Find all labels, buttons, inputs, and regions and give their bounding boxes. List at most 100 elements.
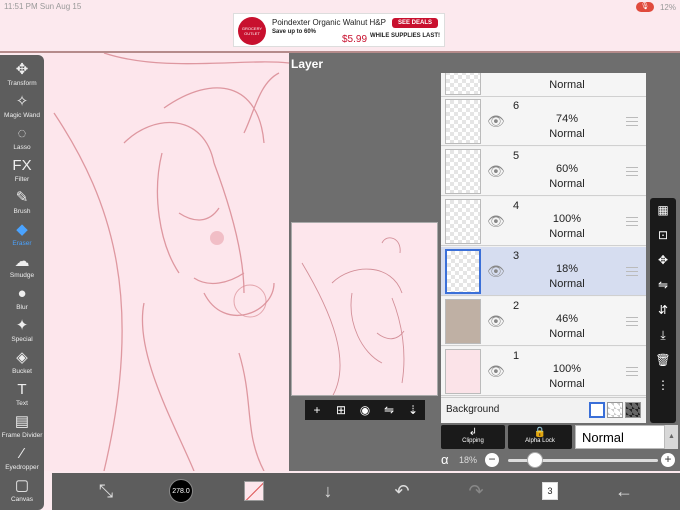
tool-canvas[interactable]: ▢ Canvas — [0, 476, 44, 508]
layer-row[interactable]: 👁 2 46% Normal — [441, 297, 646, 346]
layer-row[interactable]: 👁 6 74% Normal — [441, 97, 646, 146]
drag-handle-icon[interactable] — [626, 167, 638, 176]
tool-sidebar: ✥ Transform ✧ Magic Wand ◌ Lasso FX Filter ✎ Brus… — [0, 55, 44, 510]
drawing-canvas[interactable] — [44, 53, 289, 471]
ad-subtitle: Save up to 60% — [272, 29, 317, 35]
layer-number: 6 — [513, 100, 520, 112]
layer-thumbnail[interactable] — [445, 299, 481, 344]
ad-cta-button[interactable]: SEE DEALS — [391, 18, 438, 28]
checker-icon[interactable]: ▦ — [650, 198, 676, 223]
more-icon[interactable]: ⋮ — [650, 373, 676, 398]
ad-banner[interactable]: GROCERY OUTLET Poindexter Organic Walnut… — [233, 13, 445, 47]
layer-thumbnail[interactable] — [445, 99, 481, 144]
layer-row[interactable]: 👁 4 100% Normal — [441, 197, 646, 246]
tool-frame-divider[interactable]: ▤ Frame Divider — [0, 412, 44, 444]
layer-number: 3 — [513, 250, 520, 262]
opacity-slider[interactable] — [508, 452, 658, 468]
background-white-swatch[interactable] — [589, 402, 605, 418]
eye-icon[interactable]: 👁 — [487, 213, 505, 230]
dropdown-arrow-icon[interactable]: ▲ — [665, 425, 678, 449]
clipping-label: Clipping — [462, 438, 484, 444]
layer-thumbnail[interactable] — [445, 349, 481, 394]
eye-icon[interactable]: 👁 — [487, 163, 505, 180]
lock-icon: 🔒 — [533, 427, 547, 438]
clipping-icon: ↲ — [468, 427, 478, 438]
drag-handle-icon[interactable] — [626, 317, 638, 326]
alpha-lock-button[interactable]: 🔒 Alpha Lock — [508, 425, 572, 449]
move-icon: ✥ — [15, 61, 29, 78]
back-arrow-icon[interactable]: ← — [612, 479, 636, 503]
flip-horizontal-icon[interactable]: ⇋ — [650, 273, 676, 298]
opacity-increase-button[interactable]: + — [661, 453, 675, 467]
layer-list[interactable]: Normal 👁 6 74% Normal 👁 5 60% Normal 👁 4 100% Normal… — [441, 73, 646, 423]
status-time: 11:51 PM Sun Aug 15 — [4, 2, 81, 11]
page-count[interactable]: 3 — [542, 482, 558, 500]
tool-eyedropper[interactable]: ⁄ Eyedropper — [0, 444, 44, 476]
layer-thumbnail[interactable] — [445, 199, 481, 244]
eye-icon[interactable]: 👁 — [487, 363, 505, 380]
background-dark-swatch[interactable] — [625, 402, 641, 418]
background-transparent-swatch[interactable] — [607, 402, 623, 418]
down-arrow-icon[interactable]: ↓ — [316, 479, 340, 503]
drag-handle-icon[interactable] — [626, 367, 638, 376]
tool-brush[interactable]: ✎ Brush — [0, 188, 44, 220]
canvas-icon: ▢ — [14, 477, 30, 494]
tool-eraser[interactable]: ◆ Eraser — [0, 220, 44, 252]
add-layer-icon[interactable]: + — [307, 403, 327, 417]
merge-down-icon[interactable]: ⤓ — [650, 323, 676, 348]
bottom-toolbar: ⤡ 278.0 ↓ ↶ ↷ 3 ← — [52, 473, 680, 510]
drag-handle-icon[interactable] — [626, 267, 638, 276]
tool-smudge[interactable]: ☁ Smudge — [0, 252, 44, 284]
eye-icon[interactable]: 👁 — [487, 113, 505, 130]
drag-handle-icon[interactable] — [626, 217, 638, 226]
preview-sketch — [301, 237, 405, 395]
background-row[interactable]: Background — [441, 397, 646, 421]
layer-opacity: 60% — [555, 163, 579, 175]
layer-row[interactable]: 👁 5 60% Normal — [441, 147, 646, 196]
bucket-icon: ◈ — [16, 349, 28, 366]
opacity-decrease-button[interactable]: − — [485, 453, 499, 467]
layer-row[interactable]: 👁 1 100% Normal — [441, 347, 646, 396]
layer-row[interactable]: Normal — [441, 73, 646, 97]
layer-blend-mode: Normal — [549, 79, 585, 91]
opacity-slider-knob[interactable] — [527, 452, 543, 468]
tool-bucket[interactable]: ◈ Bucket — [0, 348, 44, 380]
undo-icon[interactable]: ↶ — [390, 479, 414, 503]
tool-special[interactable]: ✦ Special — [0, 316, 44, 348]
tool-transform[interactable]: ✥ Transform — [0, 60, 44, 92]
transform-layer-icon[interactable]: ⊡ — [650, 223, 676, 248]
blend-mode-select[interactable]: Normal — [575, 425, 665, 449]
tool-label: Frame Divider — [1, 432, 43, 439]
layer-thumbnail[interactable] — [445, 249, 481, 294]
eye-icon[interactable]: 👁 — [487, 313, 505, 330]
tool-magic-wand[interactable]: ✧ Magic Wand — [0, 92, 44, 124]
redo-icon[interactable]: ↷ — [464, 479, 488, 503]
flip-icon[interactable]: ⇋ — [379, 403, 399, 417]
layer-row[interactable]: 👁 3 18% Normal — [441, 247, 646, 296]
tool-label: Bucket — [12, 368, 32, 375]
camera-icon[interactable]: ◉ — [355, 403, 375, 417]
layer-thumbnail[interactable] — [445, 149, 481, 194]
clipping-button[interactable]: ↲ Clipping — [441, 425, 505, 449]
move-icon[interactable]: ✥ — [650, 248, 676, 273]
add-folder-icon[interactable]: ⊞ — [331, 403, 351, 417]
drag-handle-icon[interactable] — [626, 117, 638, 126]
ad-note: WHILE SUPPLIES LAST! — [369, 33, 440, 39]
eye-icon[interactable]: 👁 — [487, 263, 505, 280]
transform-arrows-icon[interactable]: ⤡ — [94, 479, 118, 503]
trash-icon[interactable]: 🗑 — [650, 348, 676, 373]
merge-icon[interactable]: ⇣ — [403, 403, 423, 417]
layer-thumbnail[interactable] — [445, 73, 481, 95]
layer-preview — [291, 222, 438, 396]
tool-text[interactable]: T Text — [0, 380, 44, 412]
tool-blur[interactable]: ● Blur — [0, 284, 44, 316]
layer-opacity: 46% — [555, 313, 579, 325]
ad-title: Poindexter Organic Walnut H&P — [272, 18, 386, 27]
color-swatch[interactable] — [244, 481, 264, 501]
brush-size-indicator[interactable]: 278.0 — [169, 479, 193, 503]
tool-filter[interactable]: FX Filter — [0, 156, 44, 188]
eyedropper-icon: ⁄ — [20, 445, 24, 462]
flip-vertical-icon[interactable]: ⇵ — [650, 298, 676, 323]
tool-lasso[interactable]: ◌ Lasso — [0, 124, 44, 156]
filter-icon: FX — [12, 157, 32, 174]
